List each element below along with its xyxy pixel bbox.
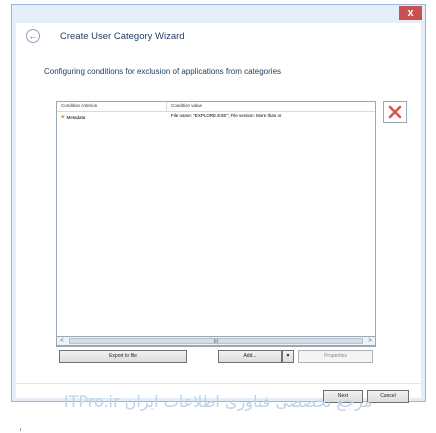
properties-button: Properties xyxy=(298,350,373,363)
window-close-button[interactable]: x xyxy=(399,6,422,20)
delete-condition-button[interactable] xyxy=(383,101,407,123)
back-arrow-icon[interactable]: ← xyxy=(26,29,40,43)
conditions-list[interactable]: Condition criterion Condition value ⬥ Met… xyxy=(56,101,376,347)
wizard-window: x ← Create User Category Wizard Configur… xyxy=(11,4,426,403)
wizard-titlebar: ← Create User Category Wizard xyxy=(16,23,421,49)
metadata-icon: ⬥ xyxy=(61,114,65,120)
column-header-criterion[interactable]: Condition criterion xyxy=(57,102,167,111)
horizontal-scrollbar[interactable]: < III > xyxy=(56,336,376,346)
add-button[interactable]: Add... xyxy=(218,350,282,363)
export-to-file-button[interactable]: Export to file xyxy=(59,350,187,363)
column-header-value[interactable]: Condition value xyxy=(167,102,206,111)
list-header: Condition criterion Condition value xyxy=(57,102,375,112)
site-watermark: ITPro.ir مرجع تخصصی فناوری اطلاعات ایران xyxy=(63,392,373,411)
footer-divider xyxy=(16,383,421,384)
wizard-title: Create User Category Wizard xyxy=(60,30,185,42)
row-criterion: Metadata xyxy=(66,114,86,120)
scroll-right-icon[interactable]: > xyxy=(365,337,375,345)
step-header: Configuring conditions for exclusion of … xyxy=(44,67,282,76)
table-row[interactable]: ⬥ Metadata File name: "EXPLORE.EXE"; File… xyxy=(57,112,375,122)
add-dropdown-icon[interactable]: ▼ xyxy=(282,350,294,363)
wizard-content: Configuring conditions for exclusion of … xyxy=(16,49,421,403)
stray-mark xyxy=(20,428,21,431)
scroll-left-icon[interactable]: < xyxy=(57,337,67,345)
delete-x-icon xyxy=(388,105,402,119)
scroll-thumb[interactable]: III xyxy=(69,338,363,345)
row-value: File name: "EXPLORE.EXE"; File version: … xyxy=(171,113,282,118)
